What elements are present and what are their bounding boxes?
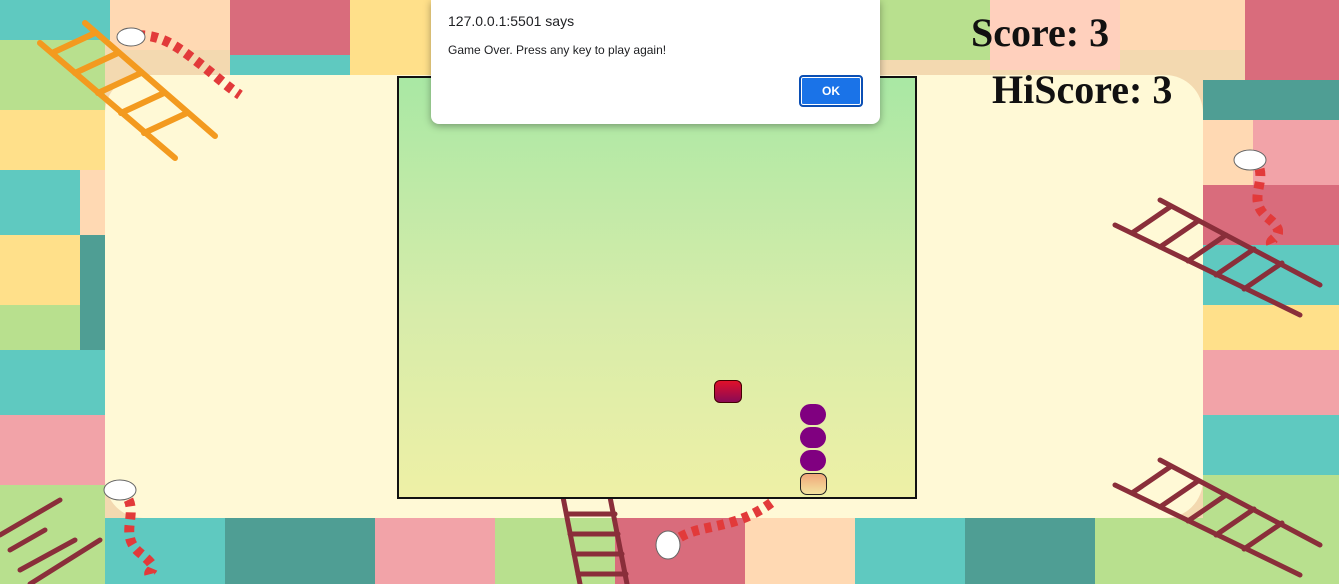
score-label: Score: 3	[971, 10, 1110, 55]
snake-body-segment	[800, 404, 826, 425]
snake-icon	[116, 27, 243, 100]
ladder-icon	[0, 497, 103, 584]
snake-icon	[103, 479, 158, 578]
ok-button[interactable]: OK	[799, 75, 863, 107]
food-item	[714, 380, 742, 403]
snake-body-segment	[800, 450, 826, 471]
game-board[interactable]	[397, 76, 917, 499]
ladder-icon	[1112, 457, 1323, 578]
snake-body-segment	[800, 427, 826, 448]
alert-dialog: 127.0.0.1:5501 says Game Over. Press any…	[431, 0, 880, 124]
dialog-title: 127.0.0.1:5501 says	[448, 13, 575, 29]
snake-icon	[1233, 149, 1283, 248]
snake-head	[800, 473, 827, 495]
dialog-message: Game Over. Press any key to play again!	[448, 43, 667, 57]
hiscore-label: HiScore: 3	[992, 67, 1173, 112]
ladder-icon	[1112, 197, 1323, 318]
snake-icon	[655, 496, 779, 560]
ladder-icon	[560, 494, 630, 584]
